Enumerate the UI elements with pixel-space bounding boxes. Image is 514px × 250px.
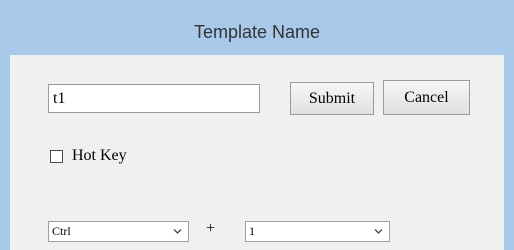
template-name-dialog: Template Name Submit Cancel Hot Key Ctrl… [0, 0, 514, 250]
chevron-down-icon [374, 229, 383, 234]
modifier-select[interactable]: Ctrl [48, 221, 189, 242]
key-select-value: 1 [249, 224, 255, 238]
hotkey-row[interactable]: Hot Key [50, 146, 127, 166]
submit-button[interactable]: Submit [290, 82, 374, 115]
hotkey-checkbox[interactable] [50, 149, 63, 163]
modifier-select-value: Ctrl [52, 224, 71, 238]
hotkey-label[interactable]: Hot Key [72, 147, 127, 165]
dialog-body: Submit Cancel Hot Key Ctrl + 1 [10, 55, 504, 250]
plus-label: + [206, 220, 216, 237]
cancel-button[interactable]: Cancel [383, 80, 470, 115]
chevron-down-icon [173, 229, 182, 234]
template-name-input[interactable] [48, 84, 260, 113]
dialog-title: Template Name [193, 21, 321, 42]
key-select[interactable]: 1 [245, 221, 390, 242]
